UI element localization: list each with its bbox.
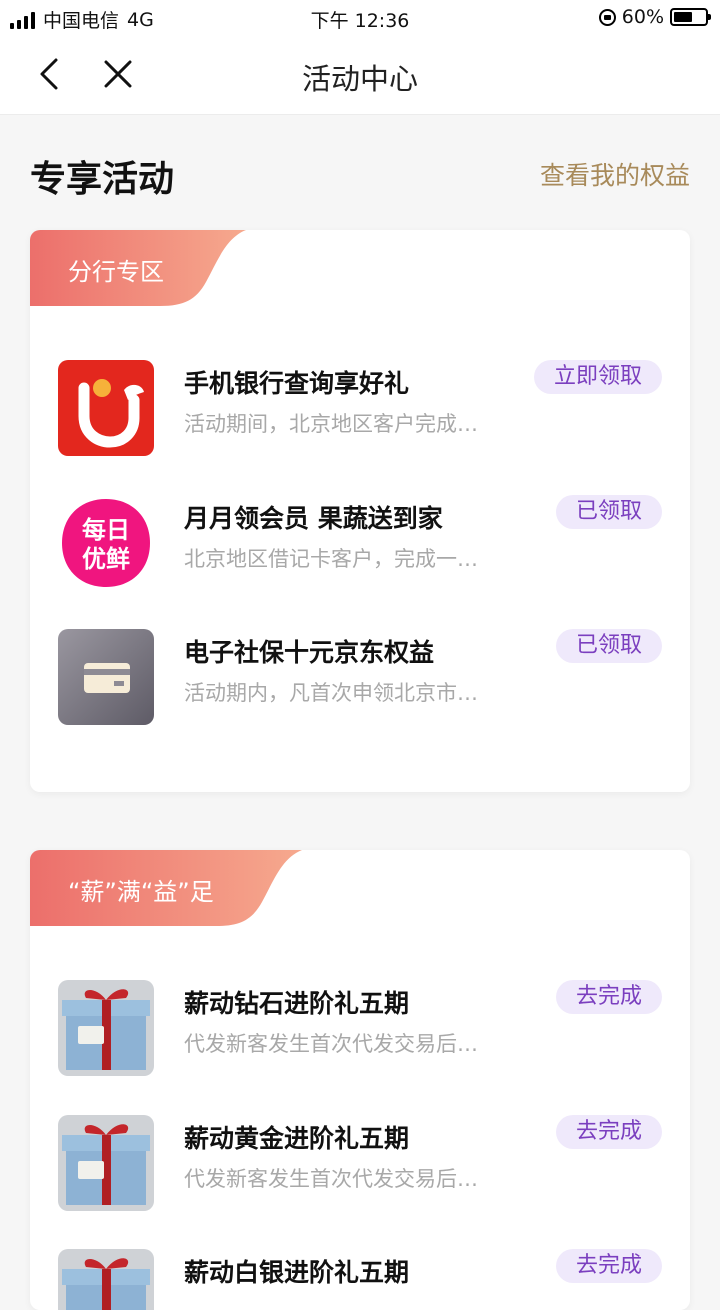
item-title: 月月领会员 果蔬送到家 bbox=[184, 504, 443, 533]
list-item[interactable]: 手机银行查询享好礼 活动期间，北京地区客户完成… 立即领取 bbox=[58, 360, 662, 460]
card-tag-label: 分行专区 bbox=[68, 258, 164, 286]
rotation-lock-icon bbox=[598, 8, 616, 26]
status-bar: 中国电信 4G 下午 12:36 60% bbox=[0, 0, 720, 34]
claimed-button[interactable]: 已领取 bbox=[555, 495, 662, 529]
section-header: 专享活动 查看我的权益 bbox=[30, 148, 690, 200]
section-title: 专享活动 bbox=[30, 159, 175, 200]
logo-text-bottom: 优鲜 bbox=[82, 545, 130, 573]
item-title: 电子社保十元京东权益 bbox=[184, 638, 435, 667]
gift-box-icon bbox=[58, 1115, 154, 1211]
my-benefits-link[interactable]: 查看我的权益 bbox=[540, 156, 690, 192]
item-desc: 北京地区借记卡客户，完成一… bbox=[184, 547, 478, 571]
go-complete-button[interactable]: 去完成 bbox=[555, 1249, 662, 1283]
card-tag-label: “薪”满“益”足 bbox=[68, 878, 214, 906]
item-title: 薪动黄金进阶礼五期 bbox=[184, 1124, 410, 1153]
gift-box-icon bbox=[58, 980, 154, 1076]
claim-now-button[interactable]: 立即领取 bbox=[533, 360, 662, 394]
item-desc: 活动期内，凡首次申领北京市… bbox=[184, 681, 478, 705]
meiri-youxian-logo-icon: 每日 优鲜 bbox=[58, 495, 154, 591]
item-desc: 代发新客发生首次代发交易后… bbox=[184, 1032, 478, 1056]
battery-percent: 60% bbox=[621, 6, 664, 28]
logo-text-top: 每日 bbox=[82, 516, 130, 544]
item-title: 手机银行查询享好礼 bbox=[184, 369, 410, 398]
card-tag: 分行专区 bbox=[30, 230, 246, 306]
claimed-button[interactable]: 已领取 bbox=[555, 629, 662, 663]
page-title: 活动中心 bbox=[301, 62, 418, 96]
item-title: 薪动钻石进阶礼五期 bbox=[184, 989, 410, 1018]
list-item[interactable]: 电子社保十元京东权益 活动期内，凡首次申领北京市… 已领取 bbox=[58, 629, 662, 729]
card-tag: “薪”满“益”足 bbox=[30, 850, 302, 926]
go-complete-button[interactable]: 去完成 bbox=[555, 1115, 662, 1149]
app-logo-icon bbox=[58, 360, 154, 456]
item-desc: 活动期间，北京地区客户完成… bbox=[184, 412, 478, 436]
list-item[interactable]: 薪动黄金进阶礼五期 代发新客发生首次代发交易后… 去完成 bbox=[58, 1115, 662, 1215]
go-complete-button[interactable]: 去完成 bbox=[555, 980, 662, 1014]
nav-bar: 活动中心 bbox=[0, 34, 720, 115]
card-salary-benefits: “薪”满“益”足 薪动钻石进阶礼五期 代发新客发生首次代发交易后… 去完成 薪动… bbox=[30, 850, 690, 1310]
card-branch-zone: 分行专区 手机银行查询享好礼 活动期间，北京地区客户完成… 立即领取 每日 优鲜… bbox=[30, 230, 690, 792]
battery-icon bbox=[670, 8, 711, 26]
list-item[interactable]: 薪动钻石进阶礼五期 代发新客发生首次代发交易后… 去完成 bbox=[58, 980, 662, 1080]
status-right: 60% bbox=[598, 6, 711, 28]
item-title: 薪动白银进阶礼五期 bbox=[184, 1258, 410, 1287]
list-item[interactable]: 每日 优鲜 月月领会员 果蔬送到家 北京地区借记卡客户，完成一… 已领取 bbox=[58, 495, 662, 595]
card-icon bbox=[58, 629, 154, 725]
item-desc: 代发新客发生首次代发交易后… bbox=[184, 1167, 478, 1191]
